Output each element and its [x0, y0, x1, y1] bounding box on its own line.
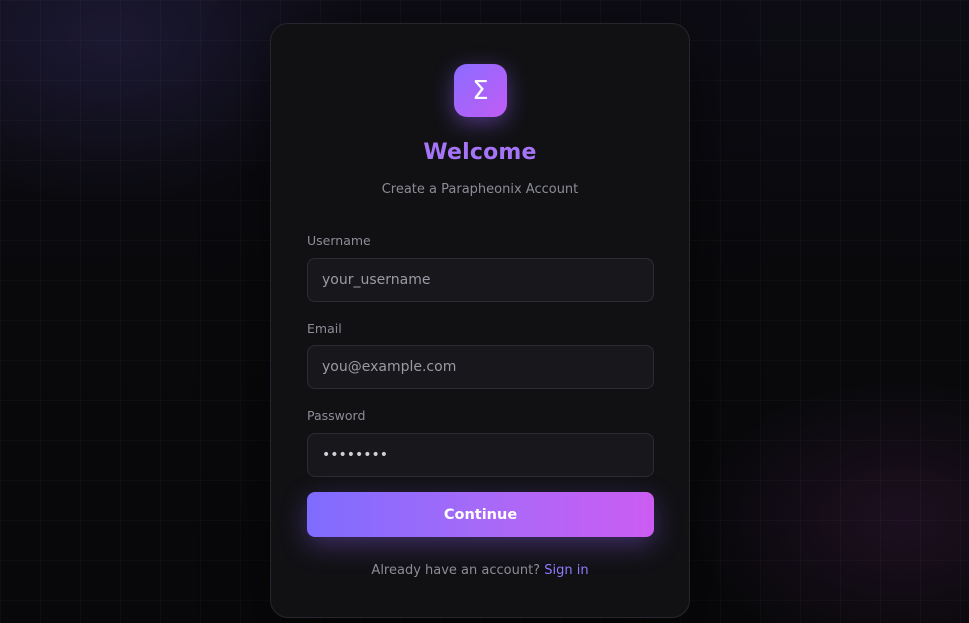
password-input[interactable]: [307, 433, 654, 477]
username-label: Username: [307, 233, 371, 248]
signin-prompt: Already have an account? Sign in: [271, 563, 689, 578]
password-label: Password: [307, 408, 366, 423]
continue-button[interactable]: Continue: [307, 492, 654, 537]
logo-icon: Σ: [454, 64, 507, 117]
sigma-icon: Σ: [472, 75, 489, 106]
page-subtitle: Create a Parapheonix Account: [381, 182, 579, 197]
email-label: Email: [307, 321, 342, 336]
email-input[interactable]: [307, 345, 654, 389]
signup-card: Σ Welcome Create a Parapheonix Account U…: [270, 23, 690, 618]
sign-in-link[interactable]: Sign in: [544, 563, 588, 578]
page-title: Welcome: [423, 140, 537, 165]
signin-prompt-text: Already have an account?: [371, 563, 541, 578]
username-input[interactable]: [307, 258, 654, 302]
